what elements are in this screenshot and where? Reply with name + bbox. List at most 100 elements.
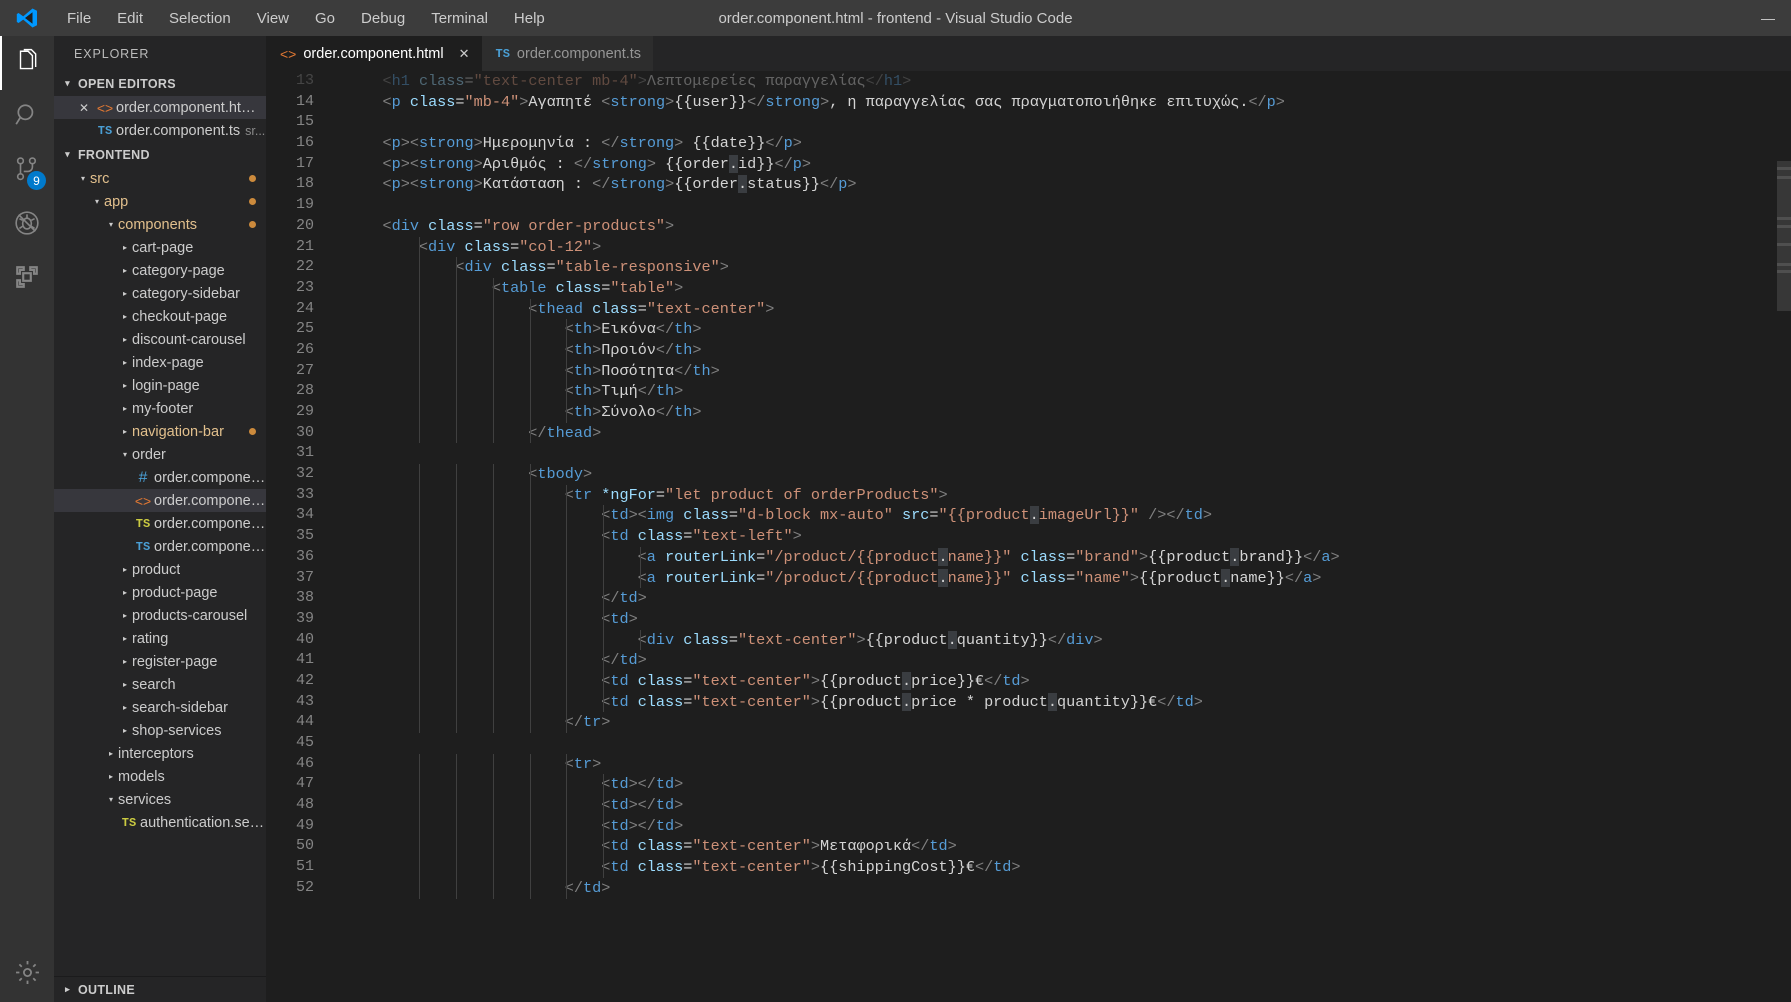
code-line[interactable]: <div class="table-responsive">: [346, 257, 1791, 278]
editor-scrollbar[interactable]: [1777, 71, 1791, 1002]
tree-folder-src[interactable]: ▾ src: [54, 167, 266, 190]
code-line[interactable]: [346, 112, 1791, 133]
activity-item-source-control[interactable]: 9: [0, 144, 54, 198]
code-line[interactable]: <td class="text-center">Μεταφορικά</td>: [346, 836, 1791, 858]
open-editor-item-html[interactable]: ✕ <> order.component.html...: [54, 96, 266, 119]
tree-folder-navigation-bar[interactable]: ▸ navigation-bar: [54, 420, 266, 443]
tree-folder-product[interactable]: ▸ product: [54, 558, 266, 581]
code-line[interactable]: <td></td>: [346, 815, 1791, 837]
code-line[interactable]: <div class="text-center">{{product.quant…: [346, 629, 1791, 651]
open-editor-item-ts[interactable]: TS order.component.ts sr...: [54, 119, 266, 142]
code-line[interactable]: <p><strong>Κατάσταση : </strong>{{order.…: [346, 174, 1791, 195]
tree-folder-index-page[interactable]: ▸ index-page: [54, 351, 266, 374]
close-icon[interactable]: ✕: [74, 101, 94, 115]
tree-folder-search[interactable]: ▸ search: [54, 673, 266, 696]
menu-item-selection[interactable]: Selection: [156, 6, 244, 31]
code-line[interactable]: </tr>: [346, 712, 1791, 733]
indent-guide: [566, 795, 568, 816]
tree-folder-register-page[interactable]: ▸ register-page: [54, 650, 266, 673]
code-line[interactable]: <h1 class="text-center mb-4">Λεπτομερείε…: [346, 71, 1791, 92]
tree-folder-rating[interactable]: ▸ rating: [54, 627, 266, 650]
code-line[interactable]: <td class="text-center">{{product.price …: [346, 691, 1791, 713]
code-line[interactable]: <td>: [346, 608, 1791, 630]
tree-folder-components[interactable]: ▾ components: [54, 213, 266, 236]
activity-item-debug[interactable]: [0, 198, 54, 252]
tree-folder-models[interactable]: ▸ models: [54, 765, 266, 788]
code-line[interactable]: <tr *ngFor="let product of orderProducts…: [346, 484, 1791, 506]
code-line[interactable]: <a routerLink="/product/{{product.name}}…: [346, 567, 1791, 589]
section-outline[interactable]: ▸ OUTLINE: [54, 976, 266, 1002]
code-line[interactable]: <th>Ποσότητα</th>: [346, 360, 1791, 382]
code-line[interactable]: <td></td>: [346, 795, 1791, 816]
scrollbar-thumb[interactable]: [1777, 161, 1791, 311]
tree-file-item[interactable]: # order.component....: [54, 466, 266, 489]
code-line[interactable]: <td class="text-left">: [346, 526, 1791, 547]
code-line[interactable]: <div class="row order-products">: [346, 216, 1791, 237]
code-line[interactable]: <td><img class="d-block mx-auto" src="{{…: [346, 505, 1791, 527]
tab-order-component-ts[interactable]: TS order.component.ts: [481, 36, 654, 71]
tree-file-item[interactable]: TS order.component.ts: [54, 535, 266, 558]
code-line[interactable]: <p class="mb-4">Αγαπητέ <strong>{{user}}…: [346, 92, 1791, 113]
code-line[interactable]: [346, 195, 1791, 216]
code-line[interactable]: <a routerLink="/product/{{product.name}}…: [346, 546, 1791, 568]
menu-item-view[interactable]: View: [244, 6, 302, 31]
code-line[interactable]: <td class="text-center">{{product.price}…: [346, 670, 1791, 692]
menu-item-edit[interactable]: Edit: [104, 6, 156, 31]
code-line[interactable]: <td></td>: [346, 774, 1791, 796]
tree-folder-interceptors[interactable]: ▸ interceptors: [54, 742, 266, 765]
code-line[interactable]: <p><strong>Αριθμός : </strong> {{order.i…: [346, 154, 1791, 175]
code-line[interactable]: <div class="col-12">: [346, 236, 1791, 258]
section-open-editors[interactable]: ▾ OPEN EDITORS: [54, 71, 266, 96]
tree-folder-checkout-page[interactable]: ▸ checkout-page: [54, 305, 266, 328]
code-line[interactable]: </td>: [346, 588, 1791, 609]
code-viewport[interactable]: 13 14 15 16 17 18 19 20 21 22 23 24 25 26 27 28 29 30 31 32…: [266, 71, 1791, 1002]
activity-item-extensions[interactable]: [0, 252, 54, 306]
tree-file-item[interactable]: TS authentication.servi...: [54, 811, 266, 834]
minimize-button[interactable]: —: [1745, 0, 1791, 36]
tree-folder-my-footer[interactable]: ▸ my-footer: [54, 397, 266, 420]
code-token: th: [573, 320, 593, 339]
tree-folder-order[interactable]: ▾ order: [54, 443, 266, 466]
tree-folder-search-sidebar[interactable]: ▸ search-sidebar: [54, 696, 266, 719]
code-line[interactable]: </thead>: [346, 422, 1791, 444]
code-line[interactable]: <tbody>: [346, 464, 1791, 485]
tree-file-item[interactable]: <>order.component....: [54, 489, 266, 512]
code-line[interactable]: <th>Εικόνα</th>: [346, 319, 1791, 340]
menu-item-terminal[interactable]: Terminal: [418, 6, 501, 31]
close-icon[interactable]: ✕: [459, 46, 470, 62]
code-line[interactable]: <th>Σύνολο</th>: [346, 402, 1791, 423]
code-line[interactable]: [346, 733, 1791, 754]
activity-item-explorer[interactable]: [0, 36, 54, 90]
code-content[interactable]: <h1 class="text-center mb-4">Λεπτομερείε…: [338, 71, 1791, 1002]
tree-folder-login-page[interactable]: ▸ login-page: [54, 374, 266, 397]
tree-folder-shop-services[interactable]: ▸ shop-services: [54, 719, 266, 742]
tree-folder-services[interactable]: ▾ services: [54, 788, 266, 811]
code-line[interactable]: </td>: [346, 877, 1791, 899]
tree-folder-cart-page[interactable]: ▸ cart-page: [54, 236, 266, 259]
menu-item-go[interactable]: Go: [302, 6, 348, 31]
code-line[interactable]: <tr>: [346, 753, 1791, 775]
code-line[interactable]: </td>: [346, 650, 1791, 671]
tree-folder-category-page[interactable]: ▸ category-page: [54, 259, 266, 282]
code-line[interactable]: <table class="table">: [346, 277, 1791, 299]
section-frontend[interactable]: ▾ FRONTEND: [54, 142, 266, 167]
tree-folder-product-page[interactable]: ▸ product-page: [54, 581, 266, 604]
code-line[interactable]: <th>Τιμή</th>: [346, 381, 1791, 402]
tree-folder-category-sidebar[interactable]: ▸ category-sidebar: [54, 282, 266, 305]
code-line[interactable]: <td class="text-center">{{shippingCost}}…: [346, 857, 1791, 878]
tree-folder-app[interactable]: ▾ app: [54, 190, 266, 213]
menu-item-help[interactable]: Help: [501, 6, 558, 31]
code-line[interactable]: <th>Προιόν</th>: [346, 339, 1791, 361]
tree-folder-discount-carousel[interactable]: ▸ discount-carousel: [54, 328, 266, 351]
menu-item-file[interactable]: File: [54, 6, 104, 31]
tree-folder-products-carousel[interactable]: ▸ products-carousel: [54, 604, 266, 627]
code-line[interactable]: <thead class="text-center">: [346, 298, 1791, 320]
menu-item-debug[interactable]: Debug: [348, 6, 418, 31]
code-line[interactable]: [346, 443, 1791, 464]
tab-order-component-html[interactable]: <> order.component.html ✕: [266, 36, 482, 71]
indent-guide: [419, 877, 421, 899]
activity-item-settings[interactable]: [0, 948, 54, 1002]
activity-item-search[interactable]: [0, 90, 54, 144]
code-line[interactable]: <p><strong>Ημερομηνία : </strong> {{date…: [346, 133, 1791, 154]
tree-file-item[interactable]: TSorder.component....: [54, 512, 266, 535]
